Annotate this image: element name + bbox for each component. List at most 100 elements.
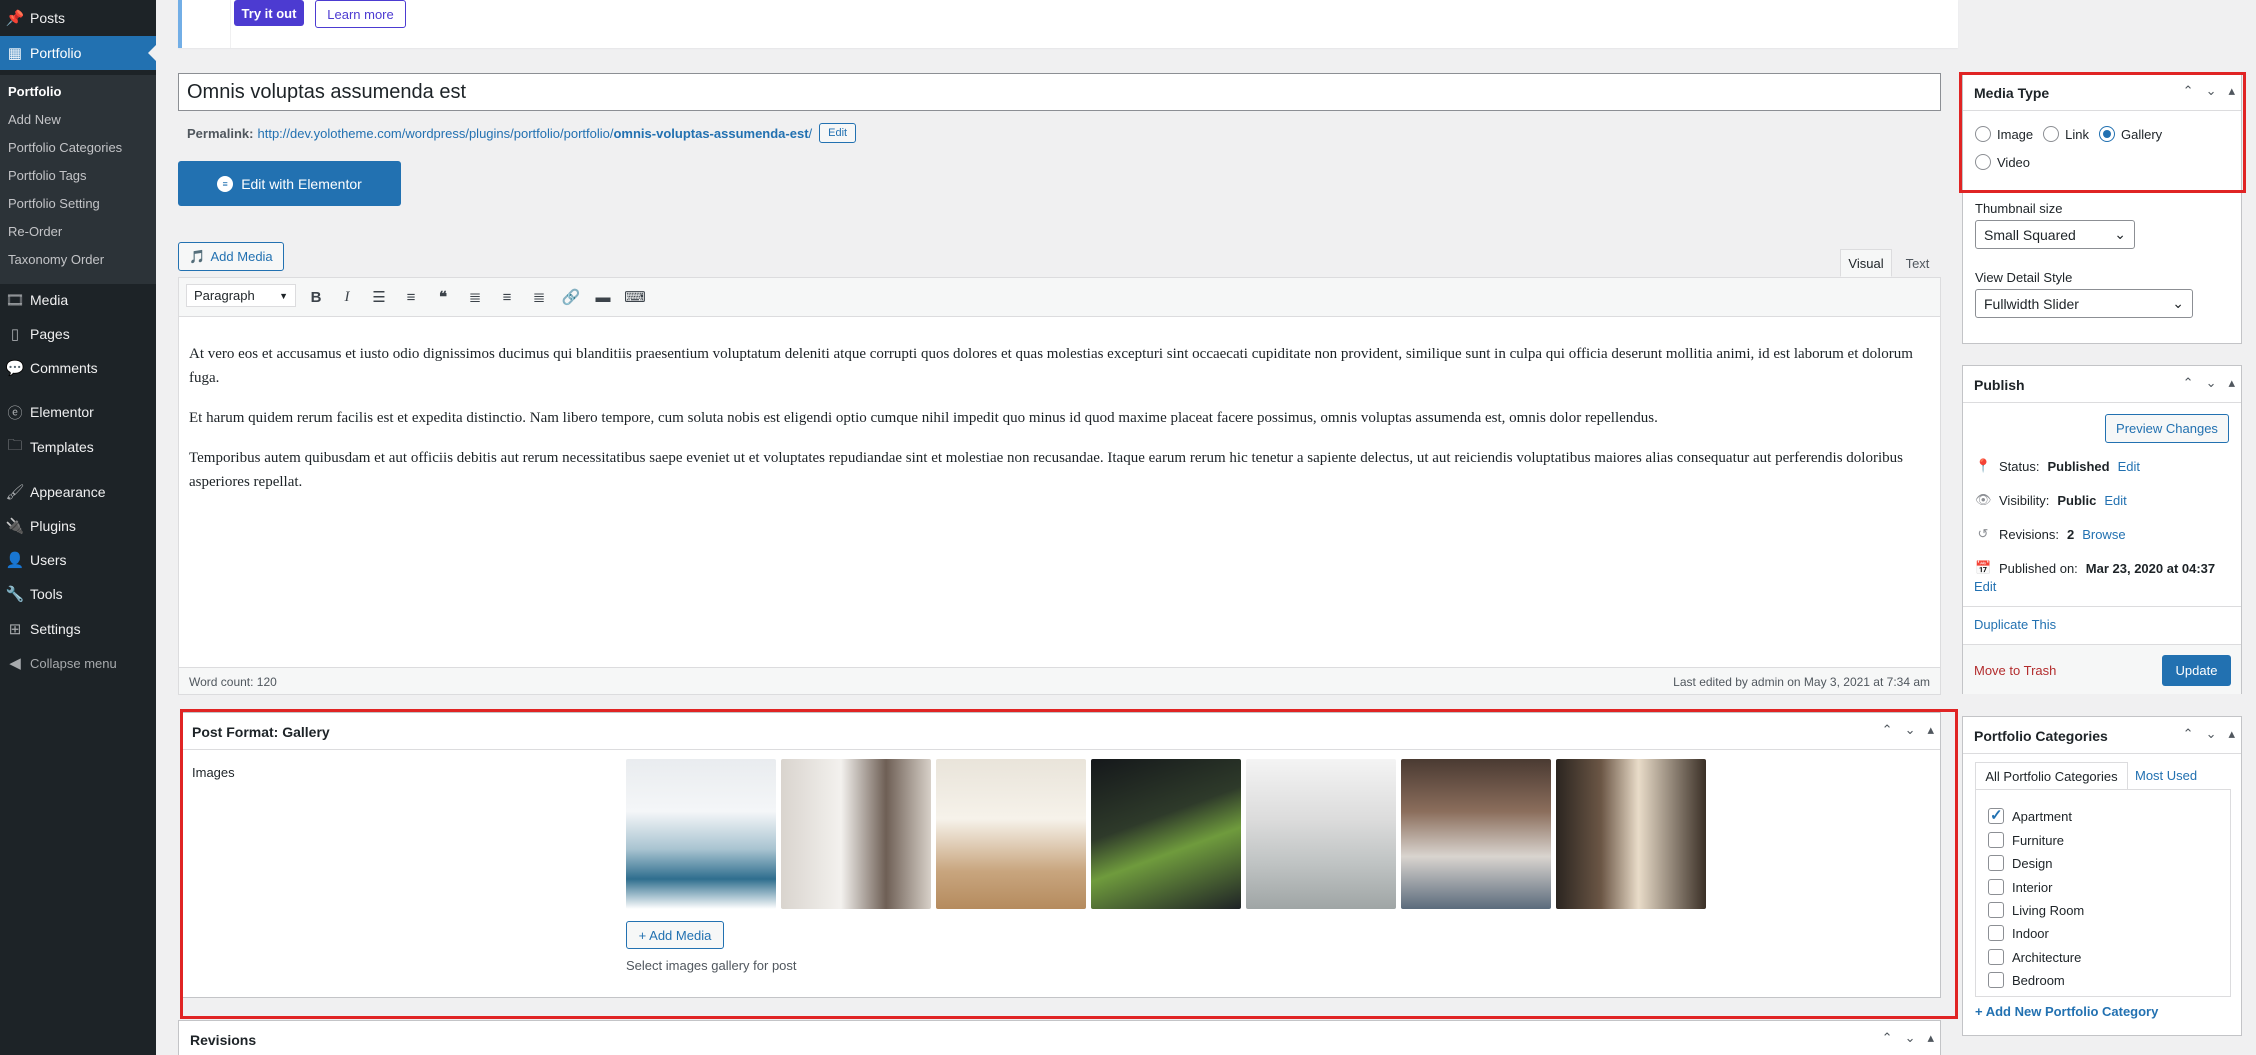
tab-most-used[interactable]: Most Used <box>2135 768 2197 783</box>
status-edit-link[interactable]: Edit <box>2118 459 2140 474</box>
add-media-button[interactable]: 🎵 Add Media <box>178 242 284 271</box>
visibility-edit-link[interactable]: Edit <box>2104 493 2126 508</box>
permalink-url[interactable]: http://dev.yolotheme.com/wordpress/plugi… <box>257 126 812 141</box>
edit-with-elementor-button[interactable]: ≡ Edit with Elementor <box>178 161 401 206</box>
try-it-out-button[interactable]: Try it out <box>234 0 304 26</box>
browse-revisions-link[interactable]: Browse <box>2082 527 2125 542</box>
toggle-panel-icon[interactable]: ▴ <box>2228 83 2235 99</box>
link-icon[interactable]: 🔗 <box>560 286 582 308</box>
move-down-icon[interactable]: ⌄ <box>2206 726 2217 742</box>
category-item[interactable]: Indoor <box>1988 925 2049 941</box>
tab-visual[interactable]: Visual <box>1840 249 1892 277</box>
menu-appearance[interactable]: 🖌 Appearance <box>0 475 156 509</box>
gallery-image[interactable] <box>1246 759 1396 909</box>
read-more-icon[interactable]: ▬ <box>592 286 614 308</box>
category-checkbox[interactable] <box>1988 972 2004 988</box>
radio-video[interactable] <box>1975 154 1991 170</box>
post-title-input[interactable]: Omnis voluptas assumenda est <box>178 73 1941 111</box>
permalink-edit-button[interactable]: Edit <box>819 123 857 143</box>
align-center-icon[interactable]: ≡ <box>496 286 518 308</box>
toolbar-toggle-icon[interactable]: ⌨ <box>624 286 646 308</box>
editor-content[interactable]: At vero eos et accusamus et iusto odio d… <box>189 342 1929 510</box>
gallery-image[interactable] <box>1556 759 1706 909</box>
gallery-image[interactable] <box>626 759 776 909</box>
menu-plugins[interactable]: 🔌 Plugins <box>0 509 156 543</box>
move-down-icon[interactable]: ⌄ <box>2206 83 2217 99</box>
category-checkbox[interactable] <box>1988 832 2004 848</box>
gallery-image[interactable] <box>936 759 1086 909</box>
caret-down-icon: ▼ <box>279 290 288 301</box>
learn-more-button[interactable]: Learn more <box>315 0 406 28</box>
radio-image[interactable] <box>1975 126 1991 142</box>
move-up-icon[interactable]: ⌃ <box>2183 726 2194 742</box>
menu-templates[interactable]: 🗀 Templates <box>0 430 156 464</box>
category-item[interactable]: Living Room <box>1988 902 2084 918</box>
bold-icon[interactable]: B <box>305 286 327 308</box>
toggle-panel-icon[interactable]: ▴ <box>1927 1030 1934 1046</box>
category-checkbox[interactable] <box>1988 855 2004 871</box>
move-down-icon[interactable]: ⌄ <box>1905 722 1916 738</box>
gallery-image[interactable] <box>781 759 931 909</box>
category-item[interactable]: Furniture <box>1988 832 2064 848</box>
add-new-category-link[interactable]: + Add New Portfolio Category <box>1975 1004 2158 1019</box>
media-type-title: Media Type <box>1974 85 2050 101</box>
toggle-panel-icon[interactable]: ▴ <box>1927 722 1934 738</box>
menu-elementor[interactable]: ⓔ Elementor <box>0 395 156 429</box>
align-right-icon[interactable]: ≣ <box>528 286 550 308</box>
menu-posts[interactable]: 📌 Posts <box>0 1 156 35</box>
submenu-portfolio-tags[interactable]: Portfolio Tags <box>8 168 87 183</box>
radio-link[interactable] <box>2043 126 2060 142</box>
tab-text[interactable]: Text <box>1894 249 1941 277</box>
menu-tools[interactable]: 🔧 Tools <box>0 577 156 611</box>
align-left-icon[interactable]: ≣ <box>464 286 486 308</box>
gallery-add-media-button[interactable]: + Add Media <box>626 921 724 949</box>
category-item[interactable]: Apartment <box>1988 806 2072 824</box>
update-button[interactable]: Update <box>2162 655 2231 686</box>
gallery-image[interactable] <box>1091 759 1241 909</box>
toggle-panel-icon[interactable]: ▴ <box>2228 726 2235 742</box>
submenu-portfolio-setting[interactable]: Portfolio Setting <box>8 196 100 211</box>
menu-users[interactable]: 👤 Users <box>0 543 156 577</box>
blockquote-icon[interactable]: ❝ <box>432 286 454 308</box>
move-up-icon[interactable]: ⌃ <box>2183 83 2194 99</box>
numbered-list-icon[interactable]: ≡ <box>400 286 422 308</box>
submenu-portfolio[interactable]: Portfolio <box>8 84 61 99</box>
category-checkbox[interactable] <box>1988 949 2004 965</box>
category-item[interactable]: Design <box>1988 855 2052 871</box>
move-to-trash-link[interactable]: Move to Trash <box>1974 663 2056 678</box>
category-item[interactable]: Interior <box>1988 879 2052 895</box>
format-select[interactable]: Paragraph ▼ <box>186 284 296 307</box>
preview-changes-button[interactable]: Preview Changes <box>2105 414 2229 443</box>
submenu-portfolio-categories[interactable]: Portfolio Categories <box>8 140 122 155</box>
move-up-icon[interactable]: ⌃ <box>1882 722 1893 738</box>
menu-pages[interactable]: ▯ Pages <box>0 317 156 351</box>
move-down-icon[interactable]: ⌄ <box>1905 1030 1916 1046</box>
category-checkbox[interactable] <box>1988 806 2004 824</box>
menu-portfolio[interactable]: ▦ Portfolio <box>0 36 156 70</box>
submenu-taxonomy-order[interactable]: Taxonomy Order <box>8 252 104 267</box>
category-item[interactable]: Bedroom <box>1988 972 2065 988</box>
radio-gallery[interactable] <box>2099 126 2115 142</box>
category-checkbox[interactable] <box>1988 902 2004 918</box>
submenu-re-order[interactable]: Re-Order <box>8 224 62 239</box>
view-detail-style-select[interactable]: Fullwidth Slider ⌄ <box>1975 289 2193 318</box>
menu-settings[interactable]: ⊞ Settings <box>0 612 156 646</box>
duplicate-this-link[interactable]: Duplicate This <box>1974 617 2056 632</box>
italic-icon[interactable]: I <box>336 286 358 308</box>
category-checkbox[interactable] <box>1988 879 2004 895</box>
bullet-list-icon[interactable]: ☰ <box>368 286 390 308</box>
move-up-icon[interactable]: ⌃ <box>2183 375 2194 391</box>
toggle-panel-icon[interactable]: ▴ <box>2228 375 2235 391</box>
category-item[interactable]: Architecture <box>1988 949 2081 965</box>
move-down-icon[interactable]: ⌄ <box>2206 375 2217 391</box>
submenu-add-new[interactable]: Add New <box>8 112 61 127</box>
collapse-menu[interactable]: ◀ Collapse menu <box>0 646 156 680</box>
gallery-image[interactable] <box>1401 759 1551 909</box>
menu-comments[interactable]: 💬 Comments <box>0 351 156 385</box>
menu-media[interactable]: 🎞 Media <box>0 283 156 317</box>
published-on-edit-link[interactable]: Edit <box>1974 579 1996 594</box>
tab-all-categories[interactable]: All Portfolio Categories <box>1975 762 2128 789</box>
category-checkbox[interactable] <box>1988 925 2004 941</box>
move-up-icon[interactable]: ⌃ <box>1882 1030 1893 1046</box>
thumbnail-size-select[interactable]: Small Squared ⌄ <box>1975 220 2135 249</box>
